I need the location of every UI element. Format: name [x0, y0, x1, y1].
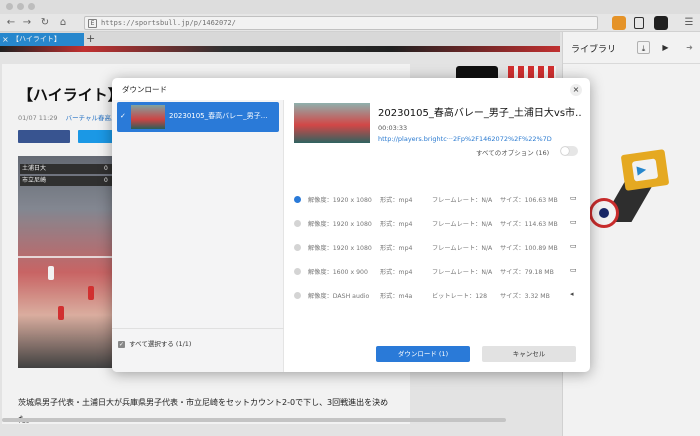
queue-item-thumbnail [131, 105, 165, 129]
option-format: 形式：mp4 [380, 221, 413, 228]
option-size: サイズ：114.63 MB [500, 221, 558, 228]
download-button[interactable]: ダウンロード (1) [376, 346, 470, 362]
queue-item[interactable]: ✓ 20230105_春高バレー_男子… [117, 102, 279, 132]
option-resolution: 解像度：1920 x 1080 [308, 197, 372, 204]
divider [112, 328, 284, 329]
option-rate: フレームレート：N/A [432, 197, 493, 204]
radio-button[interactable] [294, 220, 301, 227]
option-size: サイズ：79.18 MB [500, 269, 554, 276]
option-resolution: 解像度：DASH audio [308, 293, 370, 300]
cancel-button[interactable]: キャンセル [482, 346, 576, 362]
all-options-toggle[interactable] [560, 146, 578, 156]
download-dialog: ダウンロード × ✓ 20230105_春高バレー_男子… ✓ すべて選択する … [112, 78, 590, 372]
video-format-icon: ▭ [570, 266, 577, 274]
checkbox-icon[interactable]: ✓ [118, 340, 125, 348]
option-rate: ビットレート：128 [432, 293, 488, 300]
option-rate: フレームレート：N/A [432, 221, 493, 228]
radio-button[interactable] [294, 244, 301, 251]
format-option-row[interactable]: 解像度：DASH audio 形式：m4a ビットレート：128 サイズ：3.32 M… [294, 288, 584, 304]
option-size: サイズ：100.89 MB [500, 245, 558, 252]
option-resolution: 解像度：1920 x 1080 [308, 245, 372, 252]
dialog-title: ダウンロード [122, 85, 167, 94]
video-thumbnail [294, 103, 370, 143]
video-duration: 00:03:33 [378, 124, 408, 132]
option-resolution: 解像度：1600 x 900 [308, 269, 368, 276]
check-icon[interactable]: ✓ [120, 113, 127, 120]
format-option-row[interactable]: 解像度：1920 x 1080 形式：mp4 フレームレート：N/A サイズ：106.… [294, 192, 584, 208]
select-all-checkbox[interactable]: ✓ すべて選択する (1/1) [118, 338, 191, 348]
option-rate: フレームレート：N/A [432, 245, 493, 252]
option-format: 形式：mp4 [380, 245, 413, 252]
option-rate: フレームレート：N/A [432, 269, 493, 276]
option-size: サイズ：106.63 MB [500, 197, 558, 204]
radio-button[interactable] [294, 196, 301, 203]
download-queue: ✓ 20230105_春高バレー_男子… ✓ すべて選択する (1/1) [112, 100, 284, 372]
option-size: サイズ：3.32 MB [500, 293, 550, 300]
format-option-row[interactable]: 解像度：1920 x 1080 形式：mp4 フレームレート：N/A サイズ：100.… [294, 240, 584, 256]
video-format-icon: ▭ [570, 218, 577, 226]
video-url[interactable]: http://players.brightc···2Fp%2F1462072%2… [378, 135, 584, 143]
audio-icon: ◂ [570, 290, 574, 298]
format-option-row[interactable]: 解像度：1600 x 900 形式：mp4 フレームレート：N/A サイズ：79.18… [294, 264, 584, 280]
video-title: 20230105_春高バレー_男子_土浦日大vs市… [378, 108, 582, 119]
radio-button[interactable] [294, 268, 301, 275]
radio-button[interactable] [294, 292, 301, 299]
video-details: 20230105_春高バレー_男子_土浦日大vs市… 00:03:33 http… [284, 100, 590, 372]
close-icon[interactable]: × [570, 84, 582, 96]
queue-item-name: 20230105_春高バレー_男子… [169, 112, 268, 120]
option-resolution: 解像度：1920 x 1080 [308, 221, 372, 228]
option-format: 形式：mp4 [380, 197, 413, 204]
option-format: 形式：m4a [380, 293, 413, 300]
format-option-row[interactable]: 解像度：1920 x 1080 形式：mp4 フレームレート：N/A サイズ：114.… [294, 216, 584, 232]
all-options-label: すべてのオプション (16) [476, 149, 550, 157]
video-format-icon: ▭ [570, 242, 577, 250]
option-format: 形式：mp4 [380, 269, 413, 276]
select-all-label: すべて選択する (1/1) [129, 340, 192, 348]
video-format-icon: ▭ [570, 194, 577, 202]
